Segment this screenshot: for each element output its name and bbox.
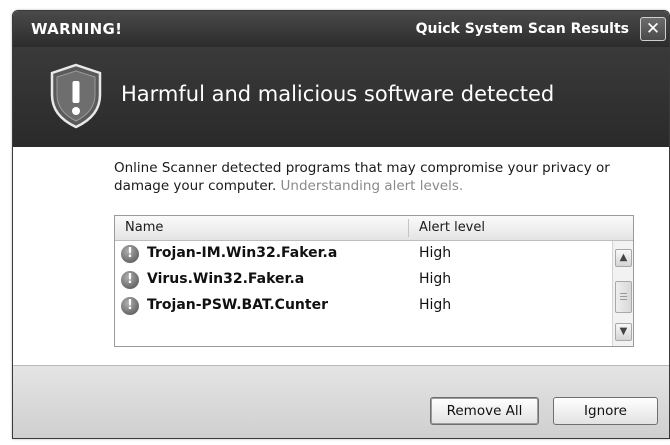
description: Online Scanner detected programs that ma… <box>114 159 634 195</box>
close-icon: ✕ <box>645 19 661 39</box>
column-header-alert-level[interactable]: Alert level <box>419 220 485 235</box>
list-rows: ! Trojan-IM.Win32.Faker.a High ! Virus.W… <box>115 242 611 320</box>
close-button[interactable]: ✕ <box>640 17 666 41</box>
scroll-down-button[interactable]: ▼ <box>615 323 632 341</box>
grip-line <box>620 293 627 294</box>
alert-icon: ! <box>121 297 139 315</box>
alert-levels-link[interactable]: Understanding alert levels. <box>281 178 464 194</box>
title-bar: WARNING! Quick System Scan Results ✕ <box>13 11 669 47</box>
threat-name: Virus.Win32.Faker.a <box>147 271 305 287</box>
shield-exclamation-icon <box>50 63 102 129</box>
window-subtitle: Quick System Scan Results <box>415 21 629 37</box>
scroll-thumb[interactable] <box>615 281 632 313</box>
chevron-up-icon: ▲ <box>619 252 628 263</box>
list-item[interactable]: ! Virus.Win32.Faker.a High <box>115 268 611 294</box>
list-header: Name Alert level <box>115 216 633 241</box>
threat-list: Name Alert level ! Trojan-IM.Win32.Faker… <box>114 215 634 347</box>
button-bar: Remove All Ignore <box>13 365 669 438</box>
warning-dialog: WARNING! Quick System Scan Results ✕ Har… <box>12 10 670 439</box>
scroll-up-button[interactable]: ▲ <box>615 249 632 267</box>
window-title: WARNING! <box>31 20 123 38</box>
ignore-button[interactable]: Ignore <box>553 397 658 425</box>
threat-name: Trojan-PSW.BAT.Cunter <box>147 297 328 313</box>
page: WARNING! Quick System Scan Results ✕ Har… <box>0 0 670 445</box>
threat-name: Trojan-IM.Win32.Faker.a <box>147 245 338 261</box>
list-item[interactable]: ! Trojan-IM.Win32.Faker.a High <box>115 242 611 268</box>
remove-all-button[interactable]: Remove All <box>430 397 539 425</box>
column-header-name[interactable]: Name <box>125 220 163 235</box>
alert-banner: Harmful and malicious software detected <box>13 47 669 147</box>
grip-line <box>620 296 627 297</box>
threat-level: High <box>419 271 452 287</box>
vertical-scrollbar[interactable]: ▲ ▼ <box>612 241 633 346</box>
threat-level: High <box>419 297 452 313</box>
grip-line <box>620 299 627 300</box>
alert-icon: ! <box>121 271 139 289</box>
list-item[interactable]: ! Trojan-PSW.BAT.Cunter High <box>115 294 611 320</box>
banner-message: Harmful and malicious software detected <box>121 82 555 106</box>
alert-icon: ! <box>121 245 139 263</box>
content-area: Online Scanner detected programs that ma… <box>13 147 669 365</box>
chevron-down-icon: ▼ <box>619 326 628 337</box>
threat-level: High <box>419 245 452 261</box>
column-divider[interactable] <box>408 219 409 237</box>
